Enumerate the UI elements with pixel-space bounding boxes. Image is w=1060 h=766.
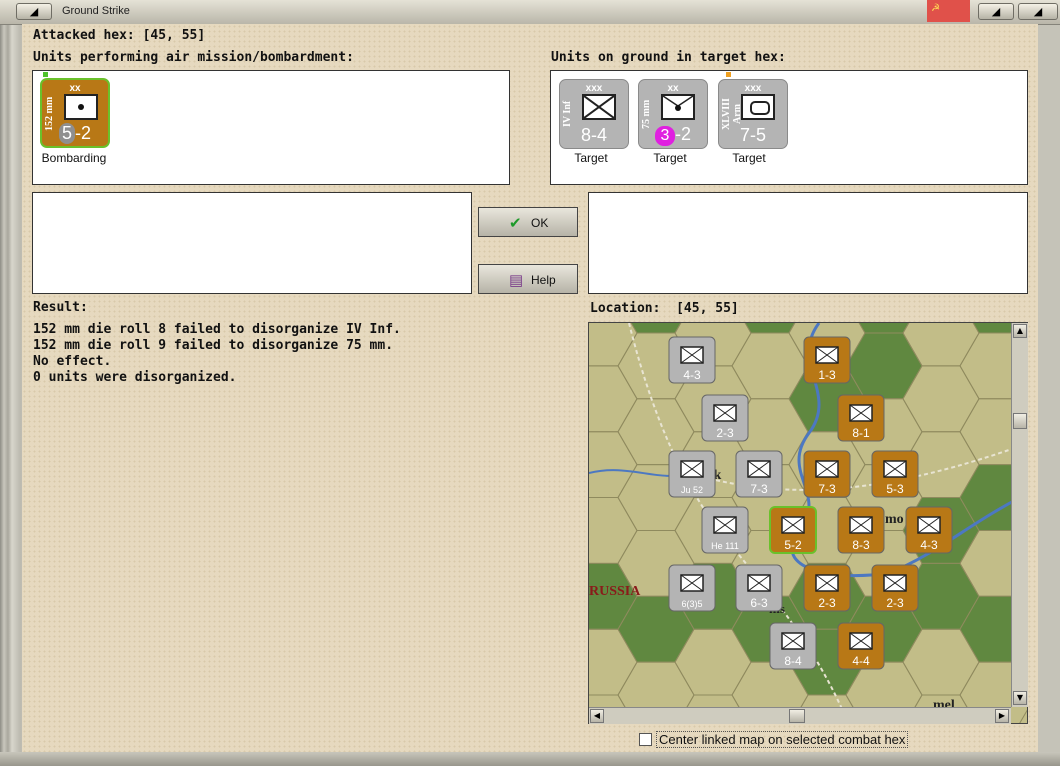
result-label: Result: (33, 300, 88, 315)
location-label: Location: [45, 55] (590, 301, 739, 316)
map-unit-counter[interactable]: 4-4 (837, 622, 885, 670)
unit-status: Target (653, 151, 687, 165)
close-button[interactable]: ☭ (927, 0, 970, 22)
map-unit-counter[interactable]: 2-3 (803, 564, 851, 612)
result-line: 152 mm die roll 9 failed to disorganize … (33, 338, 394, 353)
restore-button[interactable]: ◢ (978, 3, 1014, 20)
ground-units-label: Units on ground in target hex: (551, 50, 786, 65)
status-bar (0, 752, 1060, 766)
map-unit-counter[interactable]: 4-3 (668, 336, 716, 384)
map-canvas[interactable]: RUSSIAoskmonismel4-31-32-38-1Ju 527-37-3… (589, 323, 1028, 724)
counter-strength: 8-3 (852, 538, 870, 552)
artillery-symbol-icon (64, 94, 98, 120)
map-unit-counter[interactable]: 8-1 (837, 394, 885, 442)
result-line: 0 units were disorganized. (33, 370, 237, 385)
counter-strength: 6-3 (750, 596, 768, 610)
air-details-panel (32, 192, 472, 294)
map-vertical-scrollbar[interactable]: ▲ ▼ (1011, 323, 1028, 707)
result-line: No effect. (33, 354, 112, 369)
map-unit-counter[interactable]: Ju 52 (668, 450, 716, 498)
scroll-thumb[interactable] (1013, 413, 1027, 429)
unit-marker (726, 72, 731, 77)
attacked-hex-value: [45, 55] (142, 28, 206, 43)
unit-status: Target (732, 151, 766, 165)
scroll-left-icon[interactable]: ◀ (590, 709, 604, 723)
counter-strength: He 111 (711, 541, 739, 551)
ok-button[interactable]: ✔ OK (478, 207, 578, 237)
title-bar: ◢ Ground Strike ☭ ◢ ◢ (0, 0, 1060, 25)
attacked-hex-label: Attacked hex: [45, 55] (33, 28, 206, 43)
system-menu-button[interactable]: ◢ (16, 3, 52, 20)
counter-strength: 5-3 (886, 482, 904, 496)
counter-strength: Ju 52 (681, 485, 703, 495)
unit-strength: 7-5 (739, 125, 766, 145)
checkmark-icon: ✔ (509, 215, 522, 232)
center-map-checkbox[interactable] (639, 733, 652, 746)
arrow-icon: ◢ (991, 5, 1001, 18)
map-horizontal-scrollbar[interactable]: ◀ ▶ (589, 707, 1011, 724)
counter-strength: 6(3)5 (681, 599, 702, 609)
map-unit-counter[interactable]: 5-2 (769, 506, 817, 554)
counter-strength: 4-3 (683, 368, 701, 382)
scroll-right-icon[interactable]: ▶ (995, 709, 1009, 723)
result-line: 152 mm die roll 8 failed to disorganize … (33, 322, 401, 337)
counter-strength: 2-3 (886, 596, 904, 610)
window-title: Ground Strike (62, 5, 130, 17)
unit-marker (43, 72, 48, 77)
map-unit-counter[interactable]: 6-3 (735, 564, 783, 612)
scroll-up-icon[interactable]: ▲ (1013, 324, 1027, 338)
arrow-icon: ◢ (1033, 5, 1043, 18)
book-icon: ▤ (509, 272, 524, 289)
infantry-symbol-icon (582, 94, 616, 120)
map-unit-counter[interactable]: 1-3 (803, 336, 851, 384)
counter-strength: 7-3 (818, 482, 836, 496)
map-unit-counter[interactable]: 7-3 (803, 450, 851, 498)
counter-strength: 8-1 (852, 426, 870, 440)
map-unit-counter[interactable]: 2-3 (701, 394, 749, 442)
arrow-icon: ◢ (29, 5, 39, 18)
scroll-down-icon[interactable]: ▼ (1013, 691, 1027, 705)
scroll-thumb[interactable] (789, 709, 805, 723)
counter-strength: 8-4 (784, 654, 802, 668)
unit-status: Target (574, 151, 608, 165)
artillery-symbol-icon (661, 94, 695, 120)
unit-counter-152mm[interactable]: xx 152 mm 5 -2 (40, 78, 110, 148)
map-unit-counter[interactable]: 6(3)5 (668, 564, 716, 612)
map-unit-counter[interactable]: 8-4 (769, 622, 817, 670)
armor-symbol-icon (741, 94, 775, 120)
map-unit-counter[interactable]: 8-3 (837, 506, 885, 554)
unit-strength: 5 -2 (42, 123, 108, 144)
counter-strength: 7-3 (750, 482, 768, 496)
air-units-label: Units performing air mission/bombardment… (33, 50, 354, 65)
linked-map[interactable]: RUSSIAoskmonismel4-31-32-38-1Ju 527-37-3… (588, 322, 1028, 724)
counter-strength: 2-3 (716, 426, 734, 440)
help-button[interactable]: ▤ Help (478, 264, 578, 294)
unit-counter-75mm[interactable]: xx 75 mm 3 -2 (638, 79, 708, 149)
counter-strength: 5-2 (784, 538, 802, 552)
counter-strength: 4-3 (920, 538, 938, 552)
hammer-sickle-icon: ☭ (931, 3, 940, 14)
center-map-label[interactable]: Center linked map on selected combat hex (656, 731, 909, 748)
map-unit-counter[interactable]: 5-3 (871, 450, 919, 498)
map-place-label: mo (885, 512, 904, 527)
map-unit-counter[interactable]: 7-3 (735, 450, 783, 498)
map-unit-counter[interactable]: 4-3 (905, 506, 953, 554)
unit-status: Bombarding (41, 151, 107, 165)
map-place-label: RUSSIA (589, 584, 641, 599)
counter-strength: 1-3 (818, 368, 836, 382)
unit-counter-iv-inf[interactable]: xxx IV Inf 8-4 (559, 79, 629, 149)
counter-strength: 2-3 (818, 596, 836, 610)
location-value: [45, 55] (676, 301, 739, 316)
unit-counter-xlviii-arm[interactable]: xxx XLVIII Arm 7-5 (718, 79, 788, 149)
ground-details-panel (588, 192, 1028, 294)
map-unit-counter[interactable]: He 111 (701, 506, 749, 554)
unit-strength: 3 -2 (639, 124, 707, 146)
map-unit-counter[interactable]: 2-3 (871, 564, 919, 612)
unit-strength: 8-4 (580, 125, 607, 145)
minimize-button[interactable]: ◢ (1018, 3, 1058, 20)
counter-strength: 4-4 (852, 654, 870, 668)
